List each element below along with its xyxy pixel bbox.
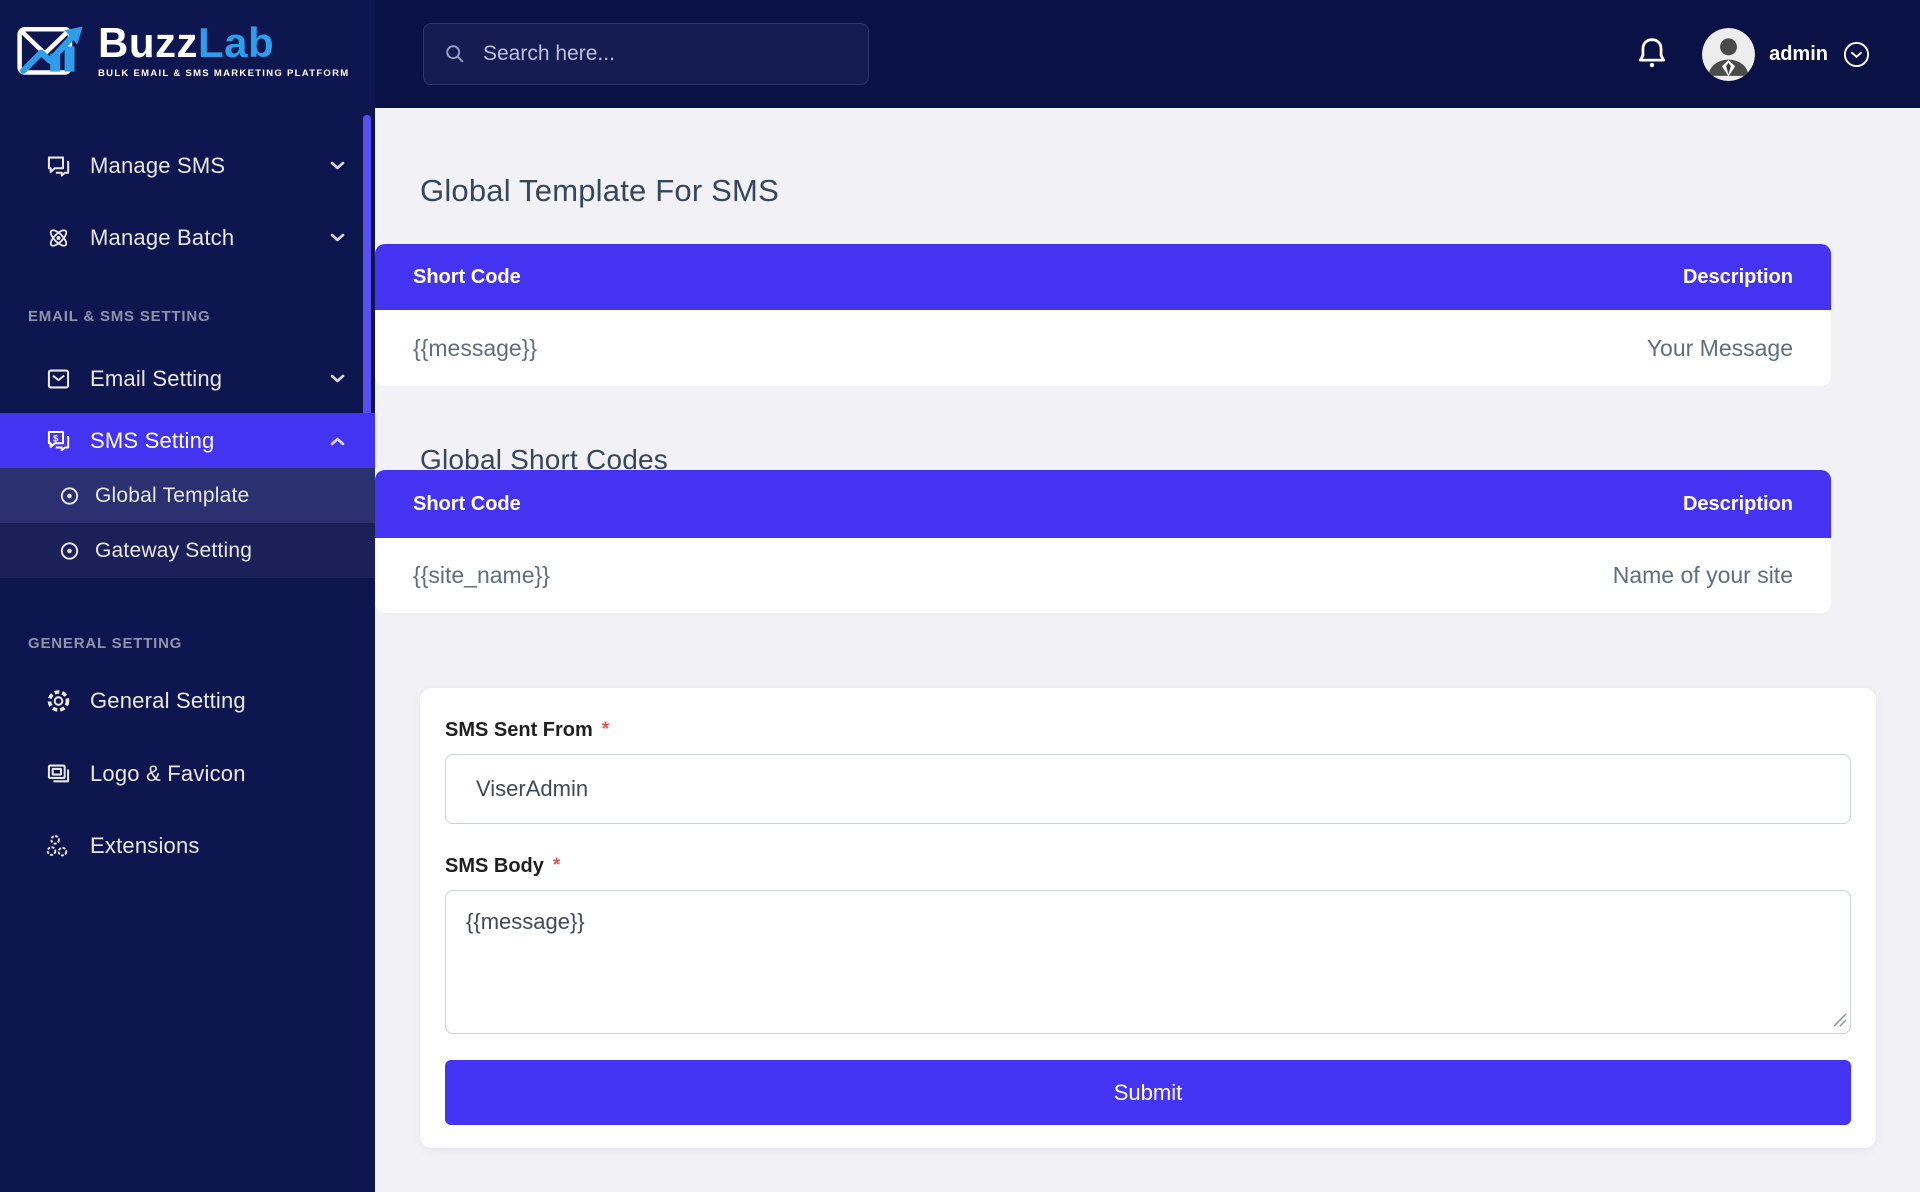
sidebar-item-manage-sms[interactable]: Manage SMS <box>0 138 375 193</box>
cog-wheel-icon <box>45 687 72 714</box>
atom-icon <box>45 224 72 251</box>
mail-square-icon <box>45 365 72 392</box>
sidebar-subitem-gateway-setting[interactable]: Gateway Setting <box>0 523 375 578</box>
stacked-images-icon <box>45 760 72 787</box>
sidebar-item-label: Logo & Favicon <box>90 761 246 787</box>
search-box <box>423 23 869 85</box>
sidebar-item-extensions[interactable]: Extensions <box>0 818 375 873</box>
brand-name: BuzzLab <box>98 22 350 64</box>
svg-text:$: $ <box>53 433 59 444</box>
sidebar-section-email-sms-setting: EMAIL & SMS SETTING <box>28 303 210 329</box>
textarea-resize-grip-icon[interactable] <box>1833 1013 1847 1027</box>
required-asterisk: * <box>553 855 560 877</box>
sidebar-item-email-setting[interactable]: Email Setting <box>0 351 375 406</box>
notifications-bell-icon[interactable] <box>1634 35 1670 73</box>
brand-tagline: BULK EMAIL & SMS MARKETING PLATFORM <box>98 68 350 79</box>
username-label[interactable]: admin <box>1769 43 1828 66</box>
main-content: Global Template For SMS Short Code Descr… <box>375 108 1920 1192</box>
sidebar-subitem-label: Gateway Setting <box>95 539 252 563</box>
required-asterisk: * <box>602 719 609 741</box>
table1-col-description: Description <box>1683 266 1793 289</box>
dot-circle-icon <box>58 539 81 562</box>
table2-cell-code: {{site_name}} <box>413 562 550 589</box>
sidebar-item-label: SMS Setting <box>90 428 214 454</box>
sms-sent-from-label: SMS Sent From * <box>445 718 1851 742</box>
sms-body-label: SMS Body * <box>445 854 1851 878</box>
table1-cell-code: {{message}} <box>413 335 537 362</box>
table2-col-short-code: Short Code <box>413 493 521 516</box>
brand-logo[interactable]: BuzzLab BULK EMAIL & SMS MARKETING PLATF… <box>16 20 350 80</box>
table2-header-row: Short Code Description <box>375 470 1831 538</box>
chevron-down-icon <box>330 233 345 243</box>
topbar: admin <box>375 0 1920 108</box>
sidebar-item-manage-batch[interactable]: Manage Batch <box>0 210 375 265</box>
chevron-up-icon <box>330 436 345 446</box>
table1-col-short-code: Short Code <box>413 266 521 289</box>
search-icon <box>444 43 466 65</box>
sidebar-item-label: Manage SMS <box>90 153 225 179</box>
sidebar-subitem-global-template[interactable]: Global Template <box>0 468 375 523</box>
sms-template-form-card: SMS Sent From * SMS Body * {{message}} S… <box>420 688 1876 1148</box>
sidebar: BuzzLab BULK EMAIL & SMS MARKETING PLATF… <box>0 0 375 1192</box>
gear-cluster-icon <box>45 832 72 859</box>
app-root: BuzzLab BULK EMAIL & SMS MARKETING PLATF… <box>0 0 1920 1192</box>
sidebar-item-label: Email Setting <box>90 366 222 392</box>
submit-button[interactable]: Submit <box>445 1060 1851 1125</box>
chevron-down-icon <box>330 161 345 171</box>
sms-bubble-dollar-icon: $ <box>45 427 72 454</box>
table2-row: {{site_name}} Name of your site <box>375 538 1831 613</box>
brand-logo-icon <box>16 20 88 80</box>
sidebar-item-label: General Setting <box>90 688 246 714</box>
sidebar-item-sms-setting[interactable]: $ SMS Setting <box>0 413 375 468</box>
page-title: Global Template For SMS <box>420 173 779 209</box>
sidebar-item-general-setting[interactable]: General Setting <box>0 673 375 728</box>
sms-body-textarea[interactable]: {{message}} <box>445 890 1851 1034</box>
table1-cell-description: Your Message <box>1647 335 1793 362</box>
sidebar-item-label: Extensions <box>90 833 200 859</box>
dot-circle-icon <box>58 484 81 507</box>
table2-col-description: Description <box>1683 493 1793 516</box>
sms-sent-from-input[interactable] <box>445 754 1851 824</box>
sidebar-item-label: Manage Batch <box>90 225 234 251</box>
search-input[interactable] <box>481 41 848 67</box>
chevron-down-icon <box>330 374 345 384</box>
sidebar-item-logo-favicon[interactable]: Logo & Favicon <box>0 746 375 801</box>
sidebar-section-general-setting: GENERAL SETTING <box>28 630 182 656</box>
table2-cell-description: Name of your site <box>1613 562 1793 589</box>
topbar-actions: admin <box>1634 0 1870 108</box>
user-menu-chevron-icon[interactable] <box>1843 41 1870 68</box>
table1-row: {{message}} Your Message <box>375 310 1831 386</box>
user-avatar[interactable] <box>1702 28 1755 81</box>
chat-bubbles-icon <box>45 152 72 179</box>
sidebar-subitem-label: Global Template <box>95 484 249 508</box>
table1-header-row: Short Code Description <box>375 244 1831 310</box>
